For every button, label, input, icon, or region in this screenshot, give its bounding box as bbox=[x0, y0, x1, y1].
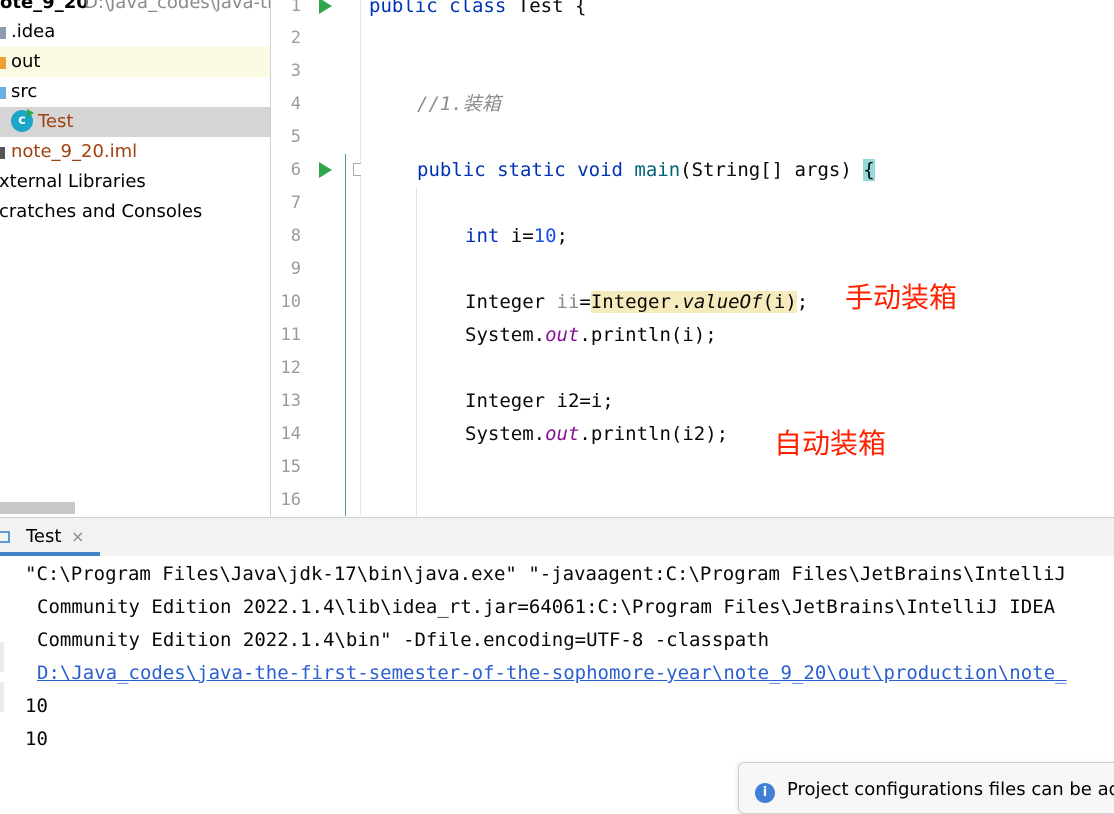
code-line-6: public static void main(String[] args) { bbox=[417, 159, 875, 181]
folder-icon bbox=[0, 57, 6, 69]
line-number: 11 bbox=[280, 325, 301, 345]
code-line-11: System.out.println(i); bbox=[465, 324, 717, 346]
console-toolbar-button[interactable] bbox=[0, 682, 4, 712]
run-tool-window-header: Test × bbox=[0, 517, 1114, 557]
tree-item-label: Test bbox=[38, 111, 74, 132]
indent-guide bbox=[416, 187, 417, 516]
tree-item-iml[interactable]: note_9_20.iml bbox=[0, 137, 270, 167]
close-icon[interactable]: × bbox=[71, 518, 84, 556]
tree-item-out[interactable]: out bbox=[0, 47, 270, 77]
project-root-path: D:\Java_codes\java-th bbox=[84, 0, 271, 13]
line-number: 9 bbox=[290, 259, 301, 279]
project-tool-window: ote_9_20 D:\Java_codes\java-th .idea out… bbox=[0, 0, 271, 516]
classpath-link[interactable]: D:\Java_codes\java-the-first-semester-of… bbox=[37, 657, 1067, 690]
info-icon: i bbox=[755, 783, 775, 803]
tree-item-src[interactable]: src bbox=[0, 77, 270, 107]
line-number: 15 bbox=[280, 457, 301, 477]
module-file-icon bbox=[0, 147, 5, 159]
project-root-name: ote_9_20 bbox=[0, 0, 89, 13]
line-number: 2 bbox=[290, 28, 301, 48]
tree-item-external-libraries[interactable]: xternal Libraries bbox=[0, 167, 270, 197]
editor-gutter: 1 2 3 4 5 6 7 8 9 10 11 12 13 14 15 16 bbox=[271, 0, 361, 516]
line-number: 3 bbox=[290, 61, 301, 81]
code-line-10: Integer ii=Integer.valueOf(i); bbox=[465, 291, 809, 313]
line-number: 8 bbox=[290, 226, 301, 246]
line-number: 6 bbox=[290, 160, 301, 180]
code-line-1: public class Test { bbox=[369, 0, 587, 17]
console-toolbar-button[interactable] bbox=[0, 642, 4, 672]
tab-label: Test bbox=[26, 526, 62, 547]
horizontal-scrollbar[interactable] bbox=[0, 502, 75, 514]
tree-item-idea[interactable]: .idea bbox=[0, 17, 270, 47]
code-line-8: int i=10; bbox=[465, 225, 568, 247]
line-number: 7 bbox=[290, 193, 301, 213]
tree-item-label: .idea bbox=[11, 21, 56, 42]
notification-balloon[interactable]: i Project configurations files can be ad… bbox=[738, 762, 1114, 814]
console-line: Community Edition 2022.1.4\bin" -Dfile.e… bbox=[37, 629, 770, 651]
tree-item-test[interactable]: c Test bbox=[0, 107, 270, 137]
annotation-manual-boxing: 手动装箱 bbox=[845, 281, 958, 314]
line-number: 4 bbox=[290, 94, 301, 114]
line-number: 10 bbox=[280, 292, 301, 312]
code-line-13: Integer i2=i; bbox=[465, 390, 614, 412]
folder-icon bbox=[0, 27, 6, 39]
run-console-icon bbox=[0, 531, 10, 543]
runnable-marker-icon bbox=[27, 109, 34, 117]
tree-item-label: xternal Libraries bbox=[0, 171, 146, 192]
method-scope-line bbox=[345, 154, 346, 516]
folder-icon bbox=[0, 87, 6, 99]
console-output-line: 10 bbox=[25, 728, 48, 750]
notification-text: Project configurations files can be add bbox=[787, 779, 1114, 800]
run-main-icon[interactable] bbox=[319, 162, 332, 178]
run-class-icon[interactable] bbox=[319, 0, 332, 14]
code-line-14: System.out.println(i2); bbox=[465, 423, 729, 445]
line-number: 5 bbox=[290, 127, 301, 147]
code-line-4: //1.装箱 bbox=[417, 93, 501, 115]
annotation-auto-boxing: 自动装箱 bbox=[774, 427, 887, 460]
tree-item-label: cratches and Consoles bbox=[0, 201, 203, 222]
tree-item-label: out bbox=[11, 51, 41, 72]
console-output-line: 10 bbox=[25, 695, 48, 717]
tree-item-label: note_9_20.iml bbox=[11, 141, 138, 162]
tree-item-label: src bbox=[11, 81, 38, 102]
line-number: 12 bbox=[280, 358, 301, 378]
tree-item-scratches[interactable]: cratches and Consoles bbox=[0, 197, 270, 227]
tree-root[interactable]: ote_9_20 D:\Java_codes\java-th bbox=[0, 0, 270, 18]
line-number: 16 bbox=[280, 490, 301, 510]
line-number: 1 bbox=[290, 0, 301, 16]
console-line: Community Edition 2022.1.4\lib\idea_rt.j… bbox=[37, 596, 1056, 618]
console-line: "C:\Program Files\Java\jdk-17\bin\java.e… bbox=[25, 563, 1066, 585]
line-number: 13 bbox=[280, 391, 301, 411]
code-editor[interactable]: public class Test { //1.装箱 public static… bbox=[361, 0, 1114, 516]
line-number: 14 bbox=[280, 424, 301, 444]
tab-run-test[interactable]: Test × bbox=[0, 518, 100, 556]
